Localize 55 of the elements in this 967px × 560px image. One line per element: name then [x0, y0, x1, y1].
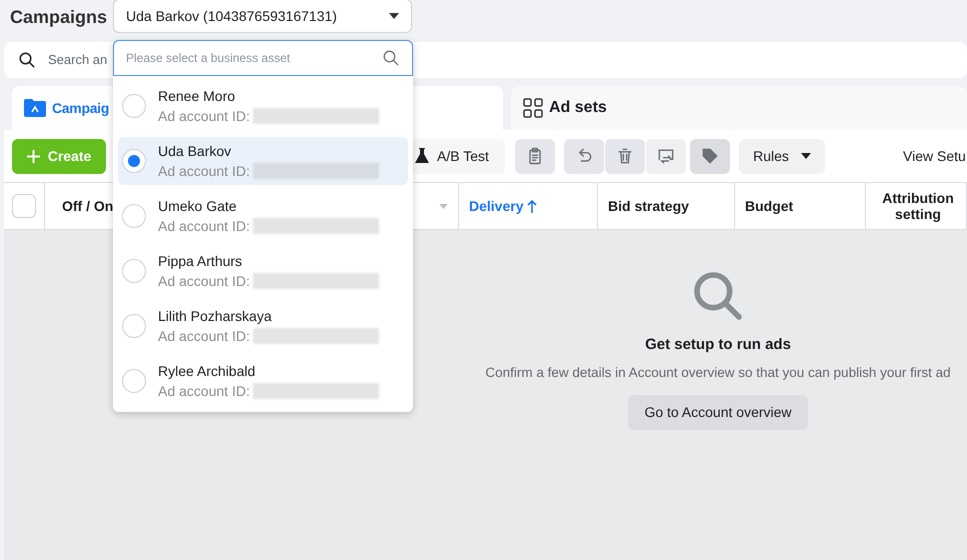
caret-icon — [439, 204, 448, 208]
swap-button[interactable] — [646, 138, 686, 174]
empty-state-message: Confirm a few details in Account overview so that you can publish your first ad — [485, 364, 951, 382]
page-title: Campaigns — [10, 6, 108, 29]
account-name: Renee Moro — [158, 87, 236, 106]
search-icon — [18, 51, 36, 69]
radio-button[interactable] — [122, 149, 146, 173]
account-name: Lilith Pozharskaya — [158, 307, 273, 326]
account-name: Rylee Archibald — [158, 362, 256, 381]
tab[interactable]: Ad sets — [511, 86, 967, 130]
select-all-checkbox[interactable] — [12, 194, 36, 218]
column-header[interactable]: Attribution setting — [876, 190, 960, 222]
account-option[interactable]: Pippa Arthurs Ad account ID: — [118, 247, 408, 295]
account-name: Pippa Arthurs — [158, 252, 244, 271]
tag-button[interactable] — [690, 138, 730, 174]
radio-button[interactable] — [122, 204, 146, 228]
caret-icon — [800, 153, 811, 159]
radio-button[interactable] — [122, 259, 146, 283]
search-icon — [382, 49, 400, 67]
caret-icon — [389, 13, 399, 19]
radio-button[interactable] — [122, 369, 146, 393]
view-setup-button[interactable]: View Setu — [903, 146, 966, 166]
ab-test-button[interactable]: A/B Test — [413, 138, 505, 174]
tag-icon — [700, 146, 720, 166]
plus-icon — [26, 150, 40, 162]
account-id-label: Ad account ID: — [158, 272, 250, 291]
grid-icon — [523, 98, 543, 118]
account-id-label: Ad account ID: — [158, 327, 250, 346]
column-header[interactable]: Bid strategy — [608, 198, 689, 214]
column-header[interactable]: Budget — [745, 198, 794, 214]
account-id-label: Ad account ID: — [158, 217, 250, 236]
rules-button[interactable]: Rules — [739, 138, 825, 174]
account-id-label: Ad account ID: — [158, 382, 250, 401]
clipboard-button[interactable] — [515, 138, 555, 174]
radio-button[interactable] — [122, 94, 146, 118]
account-id-label: Ad account ID: — [158, 107, 250, 126]
account-select[interactable]: Uda Barkov (1043876593167131) — [113, 0, 412, 33]
column-header[interactable]: Delivery — [469, 198, 538, 214]
account-name: Uda Barkov — [158, 142, 232, 161]
folder-icon — [24, 99, 46, 117]
radio-button[interactable] — [122, 314, 146, 338]
empty-state-title: Get setup to run ads — [645, 335, 791, 355]
account-option[interactable]: Rylee Archibald Ad account ID: — [118, 357, 408, 405]
column-header[interactable]: Off / On — [62, 198, 114, 214]
account-id-label: Ad account ID: — [158, 162, 250, 181]
account-overview-button[interactable]: Go to Account overview — [628, 394, 808, 430]
account-option[interactable]: Uda Barkov Ad account ID: — [118, 137, 408, 185]
account-name: Umeko Gate — [158, 197, 238, 216]
arrow-up-icon — [527, 200, 538, 212]
account-option[interactable]: Lilith Pozharskaya Ad account ID: — [118, 302, 408, 350]
flask-icon — [415, 148, 429, 164]
account-option[interactable]: Renee Moro Ad account ID: — [118, 82, 408, 130]
undo-button[interactable] — [564, 138, 604, 174]
account-option[interactable]: Umeko Gate Ad account ID: — [118, 192, 408, 240]
trash-button[interactable] — [605, 138, 645, 174]
